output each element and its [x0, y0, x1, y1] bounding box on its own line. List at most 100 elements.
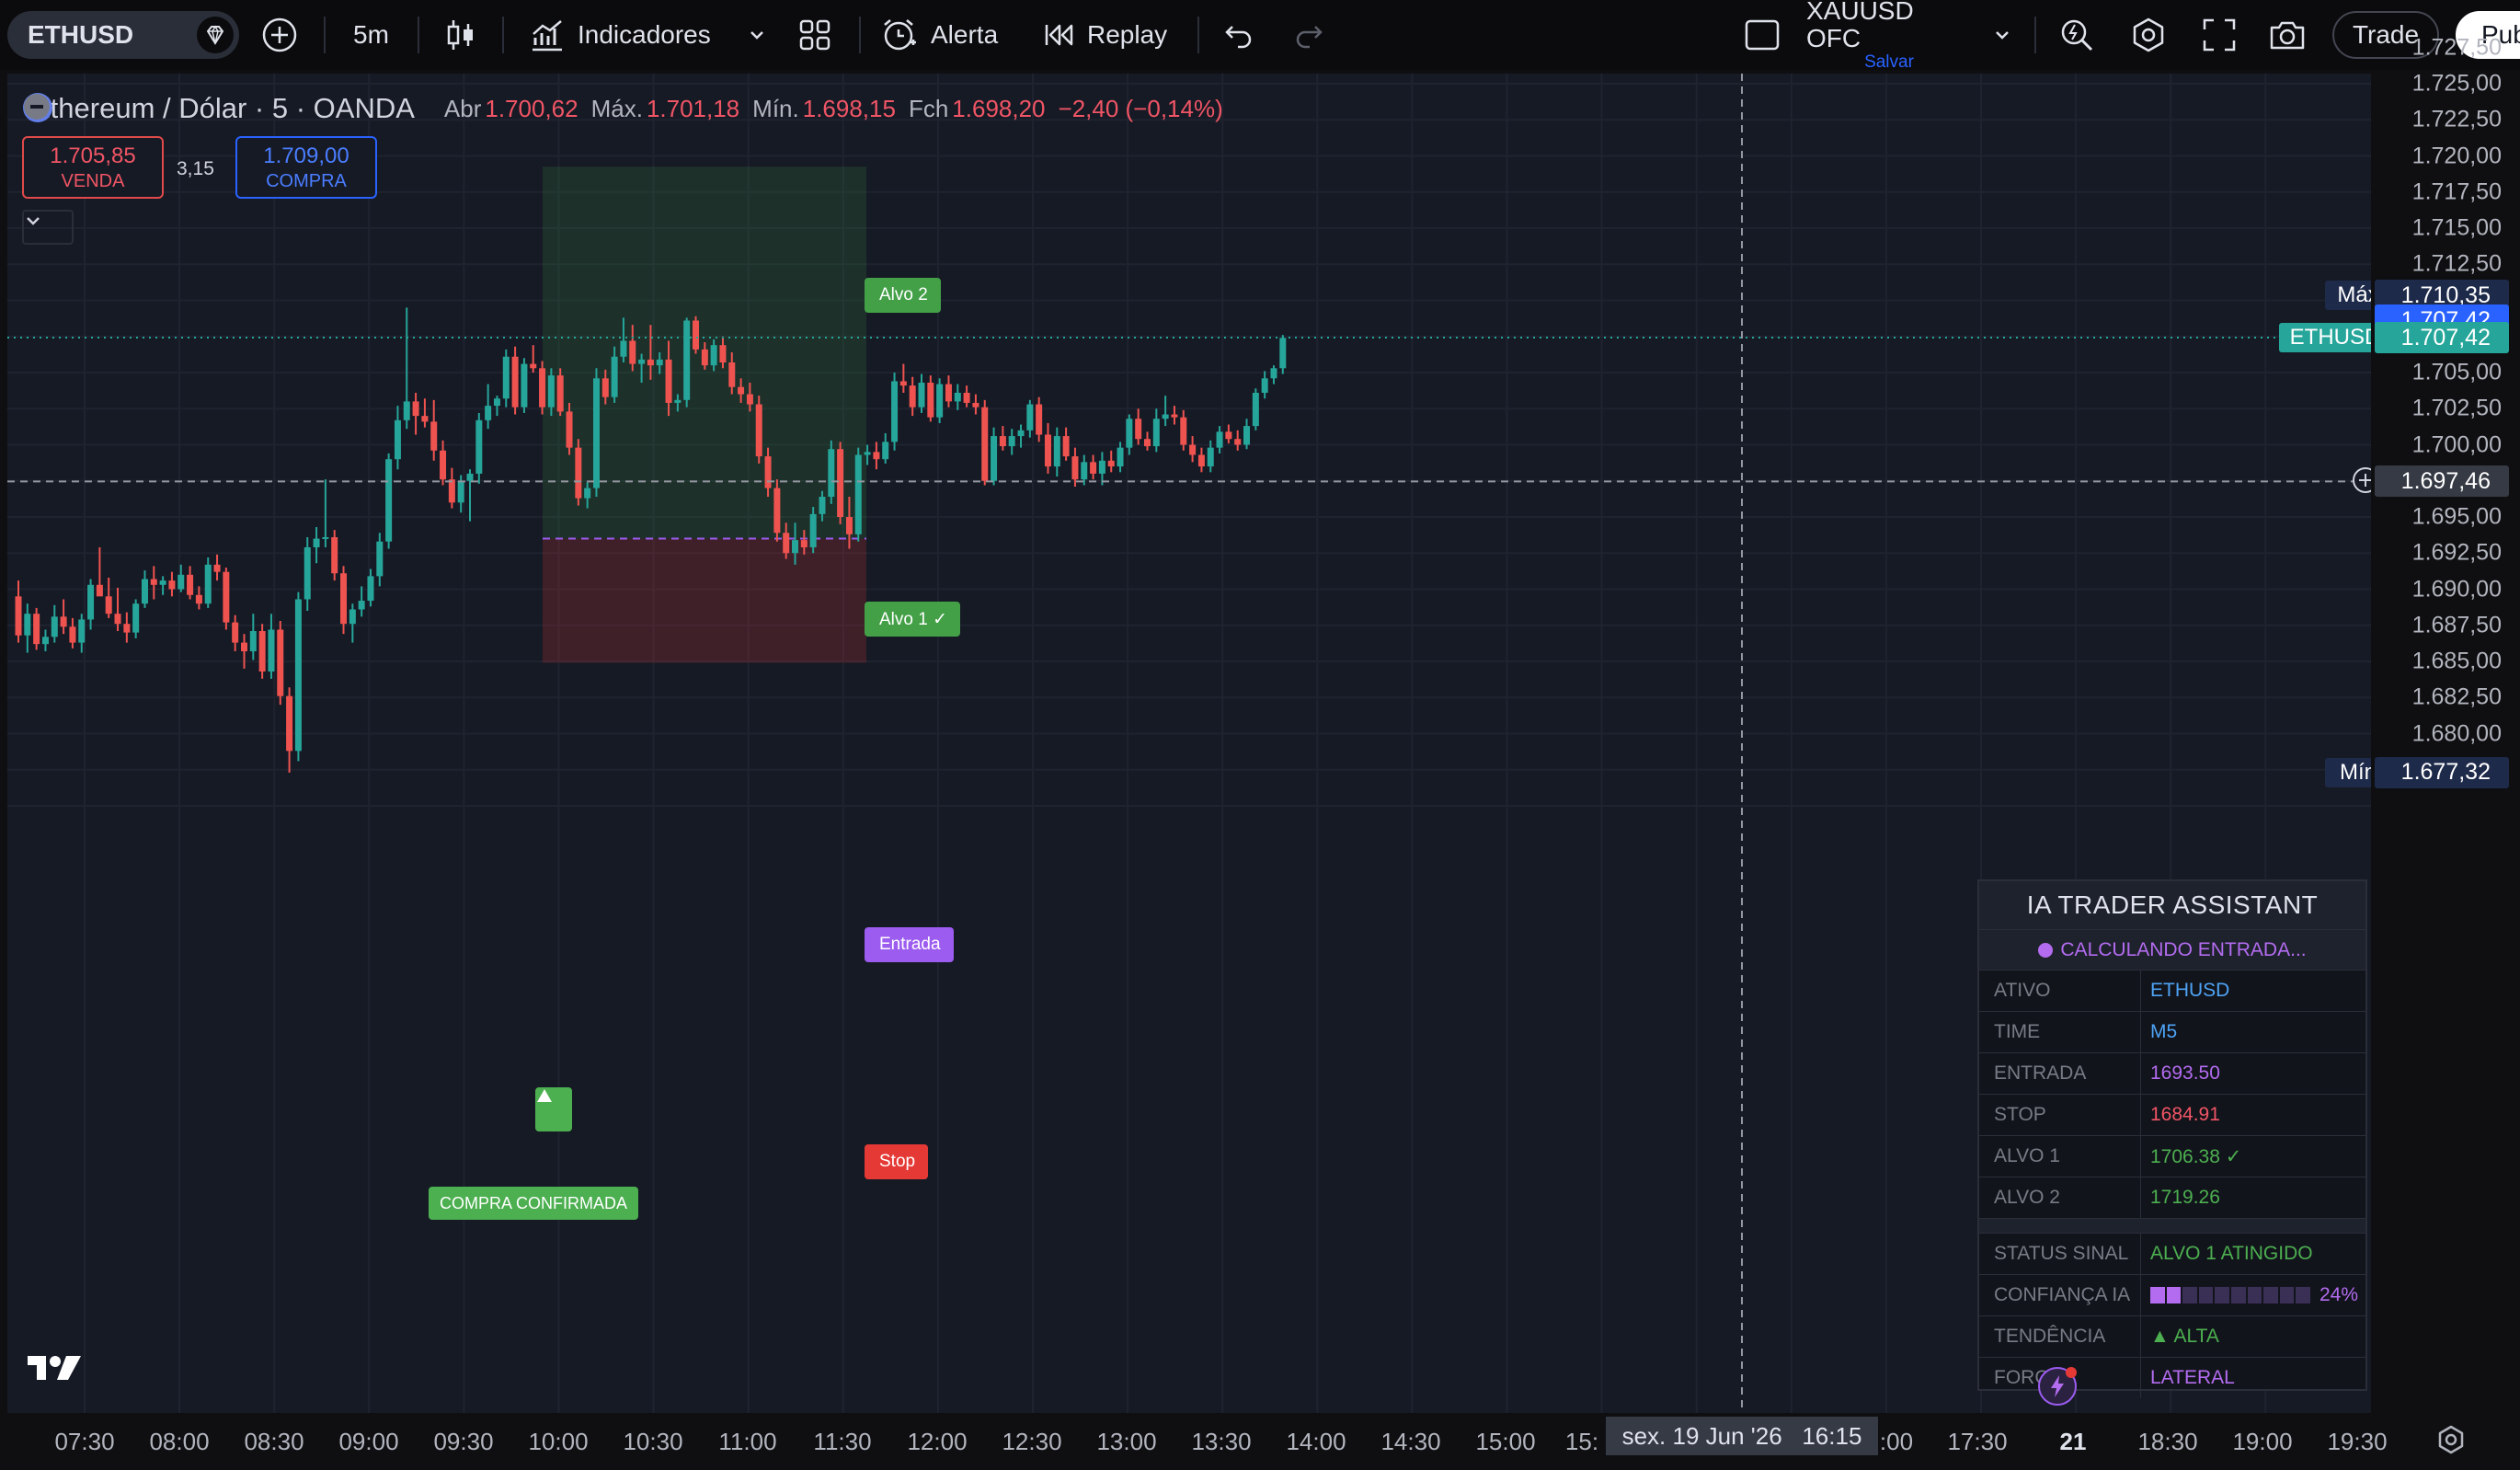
indicators-button[interactable]: Indicadores	[530, 0, 711, 70]
candle-body	[159, 580, 166, 585]
symbol-legend: Ethereum / Dólar · 5 · OANDA Abr 1.700,62…	[22, 92, 1223, 125]
candle-body	[611, 356, 618, 397]
candle-body	[249, 631, 257, 652]
time-tick: 12:30	[1002, 1428, 1062, 1455]
fullscreen-icon[interactable]	[2202, 0, 2237, 70]
chevron-down-icon[interactable]	[747, 0, 767, 70]
candle-body	[358, 601, 365, 610]
time-tick: 17:30	[1947, 1428, 2008, 1455]
undo-icon[interactable]	[1223, 0, 1254, 70]
templates-grid-icon[interactable]	[798, 0, 831, 70]
candle-body	[87, 584, 95, 620]
candle-body	[1135, 419, 1142, 440]
alarm-clock-icon	[881, 17, 918, 53]
stop-tag[interactable]: Stop	[865, 1144, 929, 1179]
chart-settings-gear-icon[interactable]	[2435, 1424, 2467, 1460]
candle-body	[909, 385, 916, 408]
candle-body	[991, 436, 998, 481]
panel-row: TIME M5	[1979, 1011, 2365, 1052]
candle-body	[1162, 414, 1169, 419]
spread-value: 3,15	[177, 158, 214, 179]
candle-body	[864, 452, 871, 455]
layout-name: XAUUSD OFC	[1806, 0, 1914, 52]
diamond-icon[interactable]	[197, 17, 234, 53]
candle-body	[981, 407, 989, 481]
max-label: Máx	[2325, 281, 2371, 310]
symbol-price-label: ETHUSD	[2279, 323, 2371, 352]
candle-body	[168, 580, 176, 590]
panel-row-key: ENTRADA	[1979, 1053, 2141, 1094]
replay-button[interactable]: Replay	[1043, 0, 1167, 70]
candle-body	[547, 375, 555, 408]
status-dot-icon	[2038, 942, 2054, 958]
panel-row-key: STATUS SINAL	[1979, 1234, 2141, 1274]
candle-body	[1189, 444, 1197, 455]
candle-body	[755, 404, 762, 457]
candle-body	[313, 538, 320, 547]
chart-type-candles-icon[interactable]	[445, 0, 476, 70]
candle-body	[764, 456, 772, 488]
candle-body	[448, 479, 455, 503]
add-alert-plus-icon[interactable]	[2351, 465, 2371, 497]
quick-search-icon[interactable]	[2058, 0, 2095, 70]
candle-body	[1171, 414, 1178, 418]
chevron-down-icon[interactable]	[1992, 0, 2012, 70]
settings-gear-icon[interactable]	[2130, 0, 2167, 70]
candle-body	[800, 540, 808, 547]
interval-button[interactable]: 5m	[353, 0, 389, 70]
panel-row-value: M5	[2150, 1021, 2178, 1042]
candle-body	[693, 320, 699, 350]
candle-body	[738, 386, 745, 395]
panel-row-value: ALVO 1 ATINGIDO	[2150, 1243, 2313, 1264]
legend-collapse-button[interactable]	[22, 210, 74, 245]
candle-body	[1270, 368, 1277, 379]
target2-tag[interactable]: Alvo 2	[865, 278, 941, 313]
symbol-title[interactable]: Ethereum / Dólar · 5 · OANDA	[31, 92, 415, 125]
candle-body	[187, 574, 194, 595]
symbol-search-button[interactable]: ETHUSD	[7, 11, 239, 59]
panel-status-text: CALCULANDO ENTRADA...	[2060, 938, 2307, 960]
candle-body	[1180, 417, 1187, 445]
candle-body	[999, 436, 1006, 447]
high-value: 1.701,18	[646, 94, 740, 122]
candle-body	[1098, 460, 1105, 474]
candle-body	[123, 624, 131, 633]
layout-name-button[interactable]: XAUUSD OFC Salvar	[1806, 0, 1972, 72]
entry-tag[interactable]: Entrada	[865, 927, 954, 962]
candle-body	[683, 320, 691, 400]
candle-body	[783, 533, 790, 554]
price-tick: 1.720,00	[2411, 143, 2502, 168]
panel-row-value: 1693.50	[2150, 1062, 2220, 1084]
candle-body	[277, 629, 284, 696]
add-symbol-icon[interactable]	[261, 0, 298, 70]
change-value: −2,40 (−0,14%)	[1058, 94, 1223, 122]
candle-body	[1017, 430, 1025, 437]
time-tick: 07:30	[54, 1428, 115, 1455]
candle-body	[1117, 447, 1124, 467]
buy-button[interactable]: 1.709,00 COMPRA	[235, 136, 377, 199]
redo-icon[interactable]	[1293, 0, 1324, 70]
time-axis[interactable]: 07:30 08:00 08:30 09:00 09:30 10:00 10:30 11:00…	[0, 1413, 2520, 1470]
sell-button[interactable]: 1.705,85 VENDA	[22, 136, 164, 199]
candle-body	[41, 637, 49, 645]
candle-body	[69, 626, 76, 643]
alert-button[interactable]: Alerta	[881, 0, 998, 70]
low-value: 1.698,15	[802, 94, 896, 122]
target1-tag[interactable]: Alvo 1 ✓	[865, 602, 961, 637]
panel-row: ALVO 2 1719.26	[1979, 1177, 2365, 1218]
candle-body	[854, 454, 862, 534]
time-tick: 21	[2059, 1428, 2087, 1455]
close-label: Fch	[908, 94, 949, 122]
camera-snapshot-icon[interactable]	[2268, 0, 2307, 70]
candle-body	[918, 382, 925, 408]
buy-signal-arrow-icon[interactable]	[535, 1087, 572, 1131]
candle-body	[51, 616, 58, 637]
time-tick: 15:00	[1475, 1428, 1536, 1455]
price-axis[interactable]: 1.727,50 1.725,00 1.722,50 1.720,00 1.717,50…	[2375, 34, 2520, 1413]
layout-checkbox-icon[interactable]	[1744, 0, 1781, 70]
panel-status: CALCULANDO ENTRADA...	[1979, 929, 2365, 970]
lightning-icon[interactable]	[2038, 1367, 2077, 1406]
panel-row-key: CONFIANÇA IA	[1979, 1275, 2141, 1315]
panel-row-value: 24%	[2141, 1275, 2365, 1315]
price-tick: 1.687,50	[2411, 612, 2502, 638]
